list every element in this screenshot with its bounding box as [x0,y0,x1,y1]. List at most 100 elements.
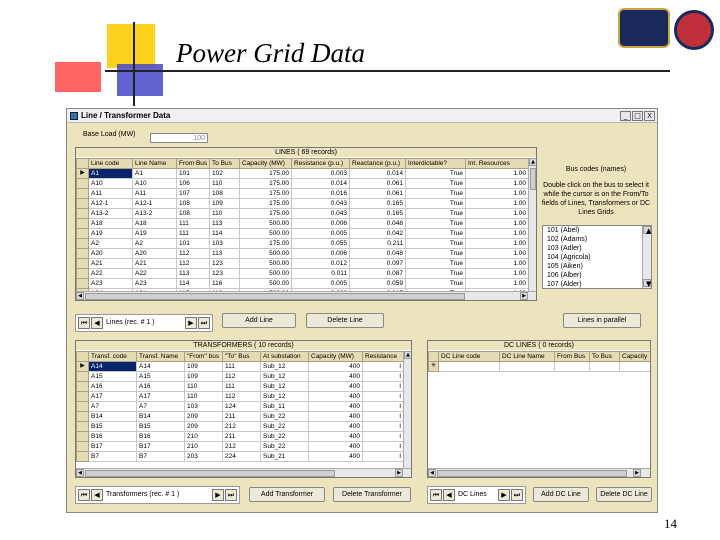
table-cell[interactable]: I [362,401,404,412]
table-cell[interactable]: 109 [184,361,223,372]
table-cell[interactable]: 400 [308,421,363,432]
row-selector[interactable] [76,371,89,382]
table-cell[interactable]: B14 [136,411,185,422]
table-cell[interactable]: 110 [209,208,240,219]
table-row[interactable]: A21 A21 112 123 500.00 0.012 0.097 True 1.00 [76,258,529,269]
table-cell[interactable]: 400 [308,431,363,442]
table-cell[interactable]: B17 [88,441,137,452]
scroll-left-icon[interactable]: ◀ [76,469,84,477]
table-cell[interactable]: 0.048 [349,248,406,259]
column-header[interactable]: Capacity [619,351,650,362]
table-cell[interactable]: 114 [209,228,240,239]
table-cell[interactable]: 101 [176,238,210,249]
table-cell[interactable]: A16 [88,381,137,392]
scroll-up-icon[interactable]: ▲ [643,226,651,235]
table-cell[interactable]: 109 [184,371,223,382]
first-record-icon[interactable]: ⏮ [430,489,442,501]
first-record-icon[interactable]: ⏮ [78,489,90,501]
table-cell[interactable]: I [362,371,404,382]
column-header[interactable]: Interdictable? [405,158,466,169]
column-header[interactable]: From Bus [176,158,210,169]
table-cell[interactable]: 0.061 [349,178,406,189]
table-cell[interactable]: 209 [184,421,223,432]
table-cell[interactable]: 0.011 [291,268,350,279]
row-selector[interactable] [76,401,89,412]
table-cell[interactable]: A19 [88,228,133,239]
table-cell[interactable]: 0.003 [291,168,350,179]
table-row[interactable]: A16 A16 110 111 Sub_12 400 I [76,381,404,392]
table-cell[interactable]: 102 [209,168,240,179]
column-header[interactable]: At substation [260,351,309,362]
table-cell[interactable]: 110 [184,381,223,392]
table-cell[interactable]: 107 [176,188,210,199]
prev-record-icon[interactable]: ◀ [443,489,455,501]
table-cell[interactable]: 0.005 [291,278,350,289]
table-cell[interactable]: 500.00 [239,228,292,239]
table-cell[interactable]: 124 [222,401,261,412]
table-cell[interactable]: 0.006 [291,218,350,229]
add-dc-line-button[interactable]: Add DC Line [533,487,589,502]
table-cell[interactable]: 108 [176,198,210,209]
table-cell[interactable]: 0.097 [349,258,406,269]
table-cell[interactable]: 212 [222,421,261,432]
table-cell[interactable]: Sub_22 [260,431,309,442]
table-cell[interactable]: 0.014 [291,178,350,189]
table-row[interactable]: A10 A10 106 110 175.00 0.014 0.061 True 1.00 [76,178,529,189]
table-cell[interactable]: 1.00 [465,218,529,229]
row-selector[interactable] [76,431,89,442]
table-cell[interactable]: 209 [184,411,223,422]
table-row[interactable]: B16 B16 210 211 Sub_22 400 I [76,431,404,442]
scroll-right-icon[interactable]: ▶ [520,292,528,300]
row-selector[interactable] [76,238,89,249]
table-cell[interactable]: I [362,421,404,432]
prev-record-icon[interactable]: ◀ [91,489,103,501]
table-cell[interactable]: 1.00 [465,248,529,259]
table-cell[interactable]: 0.055 [291,238,350,249]
table-cell[interactable]: 112 [176,248,210,259]
table-row[interactable]: B15 B15 209 212 Sub_22 400 I [76,421,404,432]
table-row[interactable]: ▶ A1 A1 101 102 175.00 0.003 0.014 True 1.00 [76,168,529,179]
table-row[interactable]: B14 B14 209 211 Sub_22 400 I [76,411,404,422]
row-selector[interactable] [76,188,89,199]
table-cell[interactable]: 500.00 [239,218,292,229]
table-cell[interactable]: B7 [88,451,137,462]
column-header[interactable]: Transf. code [88,351,137,362]
table-cell[interactable]: True [405,268,466,279]
table-cell[interactable]: True [405,178,466,189]
table-cell[interactable]: 500.00 [239,278,292,289]
table-cell[interactable]: 108 [176,208,210,219]
table-row[interactable]: A20 A20 112 113 500.00 0.006 0.048 True 1.00 [76,248,529,259]
column-header[interactable]: Int. Resources [465,158,529,169]
scroll-up-icon[interactable]: ▲ [404,351,411,359]
table-cell[interactable]: 0.165 [349,198,406,209]
table-cell[interactable]: 0.042 [349,228,406,239]
table-cell[interactable]: A23 [132,278,177,289]
table-cell[interactable]: A10 [88,178,133,189]
table-cell[interactable]: True [405,278,466,289]
table-cell[interactable]: True [405,208,466,219]
table-cell[interactable]: A20 [88,248,133,259]
table-cell[interactable]: Sub_12 [260,361,309,372]
table-cell[interactable]: True [405,248,466,259]
table-cell[interactable]: 0.012 [291,258,350,269]
table-cell[interactable]: 203 [184,451,223,462]
transformers-horizontal-scrollbar[interactable]: ◀ ▶ [76,468,411,477]
dc-lines-horizontal-scrollbar[interactable]: ◀ ▶ [428,468,650,477]
table-cell[interactable]: True [405,198,466,209]
scroll-right-icon[interactable]: ▶ [395,469,403,477]
row-selector[interactable] [76,268,89,279]
table-cell[interactable]: Sub_12 [260,391,309,402]
scroll-left-icon[interactable]: ◀ [76,292,84,300]
table-cell[interactable]: 0.043 [291,208,350,219]
table-cell[interactable]: 0.087 [349,268,406,279]
table-cell[interactable]: A13-2 [132,208,177,219]
table-cell[interactable]: A17 [88,391,137,402]
base-load-input[interactable]: 100 [150,133,208,143]
table-cell[interactable]: 123 [209,268,240,279]
delete-line-button[interactable]: Delete Line [306,313,384,328]
table-cell[interactable]: 1.00 [465,168,529,179]
transformers-vertical-scrollbar[interactable]: ▲ [403,351,411,468]
table-cell[interactable]: 111 [176,228,210,239]
table-cell[interactable]: 400 [308,391,363,402]
table-cell[interactable]: A7 [136,401,185,412]
